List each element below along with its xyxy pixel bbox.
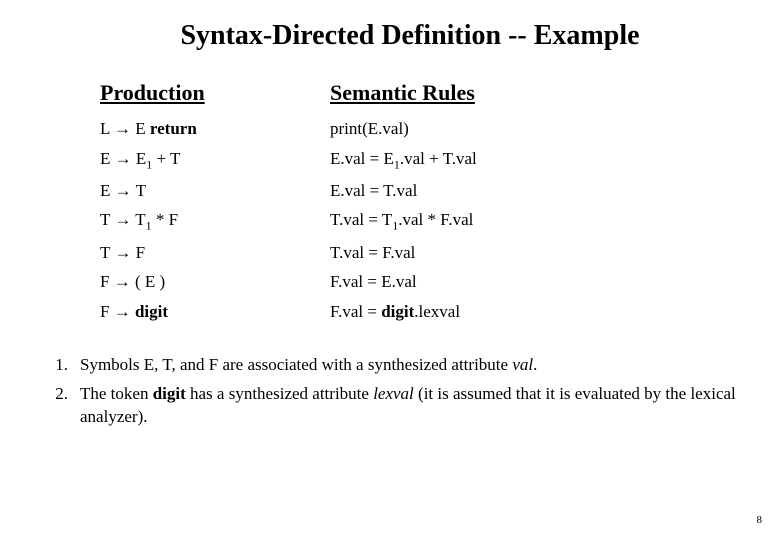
production-cell: F → ( E ) xyxy=(100,269,330,295)
note-text: Symbols E, T, and F are associated with … xyxy=(80,354,750,377)
production-cell: T → T1 * F xyxy=(100,207,330,235)
semantic-cell: T.val = F.val xyxy=(330,240,415,266)
notes-list: 1.Symbols E, T, and F are associated wit… xyxy=(50,354,750,429)
production-cell: E → E1 + T xyxy=(100,146,330,174)
production-cell: T → F xyxy=(100,240,330,266)
rule-row: F → digitF.val = digit.lexval xyxy=(100,299,750,325)
production-cell: L → E return xyxy=(100,116,330,142)
note-number: 2. xyxy=(50,383,80,429)
semantic-cell: print(E.val) xyxy=(330,116,409,142)
production-cell: E → T xyxy=(100,178,330,204)
table-header-row: Production Semantic Rules xyxy=(100,80,750,106)
note-number: 1. xyxy=(50,354,80,377)
rule-row: E → E1 + TE.val = E1.val + T.val xyxy=(100,146,750,174)
production-cell: F → digit xyxy=(100,299,330,325)
semantic-cell: F.val = E.val xyxy=(330,269,417,295)
semantic-cell: E.val = E1.val + T.val xyxy=(330,146,477,174)
rule-row: T → FT.val = F.val xyxy=(100,240,750,266)
note-item: 1.Symbols E, T, and F are associated wit… xyxy=(50,354,750,377)
note-item: 2.The token digit has a synthesized attr… xyxy=(50,383,750,429)
page-number: 8 xyxy=(757,514,763,526)
rule-row: F → ( E )F.val = E.val xyxy=(100,269,750,295)
header-semantic: Semantic Rules xyxy=(330,80,475,106)
slide-title: Syntax-Directed Definition -- Example xyxy=(70,20,750,52)
semantic-cell: T.val = T1.val * F.val xyxy=(330,207,473,235)
header-production: Production xyxy=(100,80,330,106)
rules-table: Production Semantic Rules L → E returnpr… xyxy=(100,80,750,324)
rule-row: T → T1 * FT.val = T1.val * F.val xyxy=(100,207,750,235)
semantic-cell: E.val = T.val xyxy=(330,178,417,204)
rule-row: L → E returnprint(E.val) xyxy=(100,116,750,142)
rule-row: E → TE.val = T.val xyxy=(100,178,750,204)
semantic-cell: F.val = digit.lexval xyxy=(330,299,460,325)
note-text: The token digit has a synthesized attrib… xyxy=(80,383,750,429)
